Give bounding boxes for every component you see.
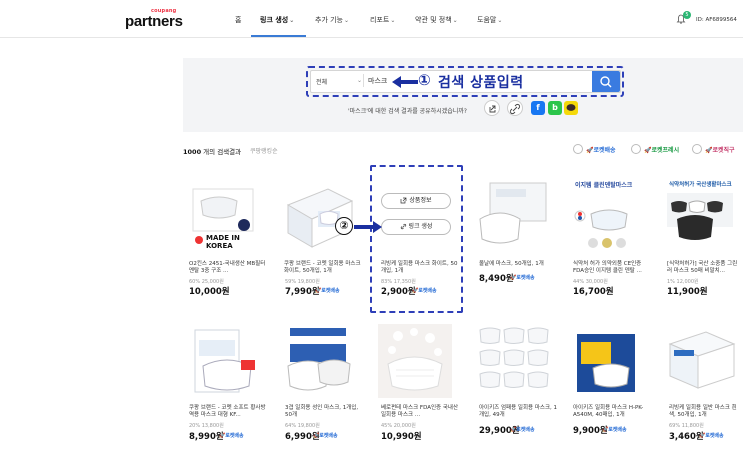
product-original-price: 64% 19,800원: [285, 423, 320, 429]
product-price: 16,700원: [573, 287, 614, 297]
product-image[interactable]: [189, 324, 263, 398]
nav-link-create[interactable]: 링크 생성⌄: [260, 15, 294, 25]
product-original-price: 60% 25,000원: [189, 279, 224, 285]
product-name[interactable]: 올날에 마스크, 50개입, 1개: [479, 261, 559, 268]
nav-home[interactable]: 홈: [235, 15, 241, 25]
product-name[interactable]: 쿠팡 브랜드 - 코멧 일회용 마스크 화이트, 50개입, 1개: [284, 261, 364, 275]
filter-checkbox-rocket[interactable]: [573, 144, 583, 154]
facebook-icon[interactable]: f: [531, 101, 545, 115]
product-badge-text: MADE IN KOREA: [206, 234, 240, 250]
mask-box-image: [577, 334, 635, 392]
mask-box-image: [574, 209, 628, 248]
product-image[interactable]: [476, 324, 550, 398]
rocket-delivery-badge: 🚀로켓배송: [510, 275, 535, 281]
product-name[interactable]: [식약처허가] 국산 소중품 그린러 마스크 50매 비말치...: [667, 261, 739, 275]
product-name[interactable]: 쿠팡 브랜드 - 코멧 소프트 황사방역용 마스크 대형 KF...: [189, 405, 269, 419]
filter-checkbox-global[interactable]: [692, 144, 702, 154]
annotation-number-2: ②: [335, 217, 353, 235]
rocket-delivery-badge: 🚀로켓배송: [219, 433, 244, 439]
product-price: 11,900원: [667, 287, 708, 297]
product-original-price: 1% 12,000원: [667, 279, 699, 285]
band-icon[interactable]: b: [548, 101, 562, 115]
nav-terms-policy[interactable]: 약관 및 정책⌄: [415, 15, 458, 25]
sort-ranking-link[interactable]: 쿠팡랭킹순: [250, 146, 278, 155]
user-id: ID: AF6899564: [696, 17, 737, 23]
kakao-icon[interactable]: [564, 101, 578, 115]
annotation-dashed-box-product: [370, 165, 463, 313]
product-image[interactable]: MADE IN KOREA: [189, 179, 263, 253]
filter-rocket-delivery[interactable]: 🚀로켓배송: [586, 145, 616, 154]
rocket-delivery-badge: 🚀로켓배송: [602, 427, 627, 433]
product-price: 10,990원: [381, 432, 422, 442]
filter-checkbox-fresh[interactable]: [631, 144, 641, 154]
product-original-price: 59% 19,800원: [285, 279, 320, 285]
product-badge-text: 이지템 클린덴탈마스크: [575, 182, 633, 189]
product-original-price: 20% 13,800원: [189, 423, 224, 429]
product-name[interactable]: 아이키즈 엄패용 일회용 마스크, 1개입, 49개: [479, 405, 559, 419]
product-image[interactable]: [666, 324, 736, 398]
rocket-delivery-badge: 🚀로켓배송: [510, 427, 535, 433]
product-name[interactable]: 3겹 일회용 성인 마스크, 1개입, 50개: [285, 405, 365, 419]
nav-help[interactable]: 도움말⌄: [477, 15, 502, 25]
mask-box-image: [667, 193, 733, 240]
annotation-arrow-right-icon: [354, 221, 382, 233]
product-image[interactable]: 식약처허가 국산생활마스크: [665, 179, 735, 253]
product-image[interactable]: 이지템 클린덴탈마스크: [571, 179, 645, 253]
product-name[interactable]: O2킨스 2451-국내생산 MB필터 멘탈 3중 구조 ...: [189, 261, 269, 275]
product-name[interactable]: 아이키즈 일회용 마스크 H-PK-A540M, 40매입, 1개: [573, 405, 653, 419]
product-price: 8,490원: [479, 274, 514, 284]
product-image[interactable]: [571, 324, 645, 398]
result-count: 1000 개의 검색결과: [183, 148, 242, 156]
top-navigation-bar: coupang partners 홈 링크 생성⌄ 추가 기능⌄ 리포트⌄ 약관…: [0, 0, 743, 38]
rocket-delivery-badge: 🚀로켓배송: [313, 433, 338, 439]
product-image[interactable]: [282, 179, 356, 253]
product-badge-text: 식약처허가 국산생활마스크: [669, 182, 732, 188]
mask-grid-image: [479, 327, 549, 388]
nav-extra-features[interactable]: 추가 기능⌄: [315, 15, 349, 25]
product-image[interactable]: [282, 324, 356, 398]
annotation-dashed-box-search: [306, 66, 624, 97]
chevron-down-icon: ⌄: [390, 17, 396, 24]
product-original-price: 69% 11,800원: [669, 423, 704, 429]
chevron-down-icon: ⌄: [452, 17, 458, 24]
chevron-down-icon: ⌄: [497, 17, 503, 24]
active-nav-indicator: [251, 35, 306, 37]
product-name[interactable]: 베로펀테 마스크 FDA인증 국내산 일회용 마스크 ...: [381, 405, 461, 419]
link-icon[interactable]: [507, 100, 523, 116]
share-prompt-text: '마스크'에 대한 검색 결과를 공유하시겠습니까?: [348, 108, 467, 115]
mask-box-image: [668, 331, 736, 389]
nav-report[interactable]: 리포트⌄: [370, 15, 395, 25]
share-icon[interactable]: [484, 100, 500, 116]
mask-box-image: [194, 329, 255, 393]
filter-rocket-global[interactable]: 🚀로켓직구: [705, 145, 735, 154]
mask-stack-image: [387, 328, 443, 391]
product-price: 10,000원: [189, 287, 230, 297]
product-original-price: 44% 30,000원: [573, 279, 608, 285]
product-image[interactable]: [476, 179, 550, 253]
chevron-down-icon: ⌄: [344, 17, 350, 24]
logo-partners-text: partners: [125, 13, 183, 30]
product-name[interactable]: 식약처 허가 의약외품 CE인증 FDA승인 이지템 클린 덴탈 ...: [573, 261, 653, 275]
mask-box-image: [287, 328, 351, 391]
product-name[interactable]: 리빙케 일회용 일반 마스크 흰색, 50개입, 1개: [669, 405, 739, 419]
filter-rocket-fresh[interactable]: 🚀로켓프레시: [644, 145, 679, 154]
product-image[interactable]: [378, 324, 452, 398]
mask-box-image: [286, 188, 354, 248]
rocket-delivery-badge: 🚀로켓배송: [315, 288, 340, 294]
rocket-delivery-badge: 🚀로켓배송: [699, 433, 724, 439]
mask-box-image: [479, 182, 547, 244]
notification-badge: 5: [683, 11, 691, 19]
chevron-down-icon: ⌄: [289, 17, 295, 24]
product-original-price: 45% 20,000원: [381, 423, 416, 429]
